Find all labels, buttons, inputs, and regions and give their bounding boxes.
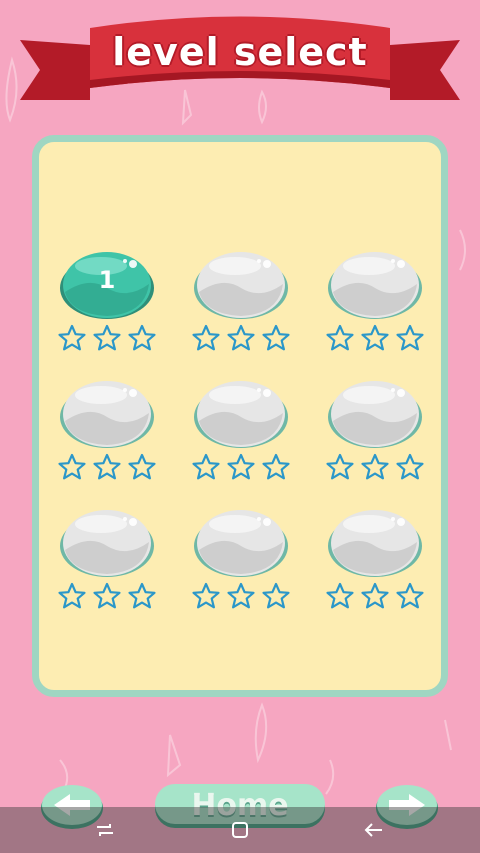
star-icon — [93, 453, 121, 480]
level-3-button[interactable] — [325, 248, 425, 354]
level-bubble — [328, 510, 422, 577]
star-icon — [361, 582, 389, 609]
level-stars — [191, 453, 291, 483]
home-square-icon[interactable] — [229, 821, 251, 839]
star-icon — [361, 324, 389, 351]
star-icon — [396, 582, 424, 609]
level-5-button[interactable] — [191, 377, 291, 483]
level-stars — [325, 453, 425, 483]
level-8-button[interactable] — [191, 506, 291, 612]
star-icon — [361, 453, 389, 480]
star-icon — [58, 324, 86, 351]
star-icon — [192, 582, 220, 609]
star-icon — [58, 582, 86, 609]
star-icon — [262, 453, 290, 480]
star-icon — [93, 324, 121, 351]
star-icon — [326, 453, 354, 480]
star-icon — [192, 324, 220, 351]
level-4-button[interactable] — [57, 377, 157, 483]
level-stars — [191, 582, 291, 612]
level-bubble — [60, 510, 154, 577]
star-icon — [227, 324, 255, 351]
star-icon — [326, 324, 354, 351]
system-navigation-bar — [0, 807, 480, 853]
level-6-button[interactable] — [325, 377, 425, 483]
star-icon — [192, 453, 220, 480]
recent-apps-icon[interactable] — [94, 821, 116, 839]
level-bubble — [194, 381, 288, 448]
star-icon — [58, 453, 86, 480]
back-icon[interactable] — [363, 821, 385, 839]
star-icon — [227, 453, 255, 480]
level-bubble — [328, 381, 422, 448]
level-stars — [325, 324, 425, 354]
star-icon — [396, 453, 424, 480]
level-9-button[interactable] — [325, 506, 425, 612]
level-bubble — [328, 252, 422, 319]
level-bubble — [194, 252, 288, 319]
level-stars — [57, 453, 157, 483]
level-bubble — [60, 381, 154, 448]
level-1-button[interactable]: 1 — [57, 248, 157, 354]
star-icon — [326, 582, 354, 609]
level-bubble — [194, 510, 288, 577]
star-icon — [128, 582, 156, 609]
star-icon — [128, 453, 156, 480]
star-icon — [128, 324, 156, 351]
star-icon — [396, 324, 424, 351]
level-7-button[interactable] — [57, 506, 157, 612]
level-stars — [325, 582, 425, 612]
level-stars — [191, 324, 291, 354]
star-icon — [262, 324, 290, 351]
level-2-button[interactable] — [191, 248, 291, 354]
page-title: level select — [112, 30, 368, 74]
level-stars — [57, 582, 157, 612]
level-stars — [57, 324, 157, 354]
star-icon — [227, 582, 255, 609]
star-icon — [93, 582, 121, 609]
level-number: 1 — [98, 266, 116, 294]
star-icon — [262, 582, 290, 609]
